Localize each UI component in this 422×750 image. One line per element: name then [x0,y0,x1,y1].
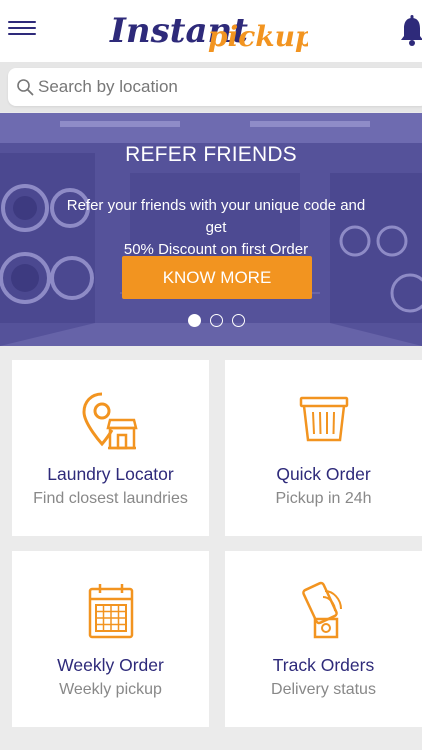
search-bar-container [0,62,422,112]
calendar-icon [12,581,209,643]
phone-tracking-icon [225,581,422,643]
card-title: Weekly Order [57,655,164,675]
app-header: Instant pickup [0,0,422,62]
card-title: Track Orders [272,655,375,675]
card-weekly-order[interactable]: Weekly Order Weekly pickup [12,551,209,727]
card-title: Quick Order [276,464,371,484]
card-subtitle: Weekly pickup [59,681,162,698]
logo-text-pickup: pickup [208,20,308,53]
card-subtitle: Find closest laundries [33,490,188,507]
basket-icon [225,390,422,452]
card-laundry-locator[interactable]: Laundry Locator Find closest laundries [12,360,209,536]
search-input[interactable] [38,68,408,106]
card-title: Laundry Locator [47,464,174,484]
search-box [8,68,422,106]
banner-title: REFER FRIENDS [125,143,297,166]
carousel-indicator [186,314,246,328]
bell-icon[interactable] [400,14,422,48]
app-logo: Instant pickup [108,2,315,60]
hamburger-menu-icon[interactable] [8,17,36,41]
card-quick-order[interactable]: Quick Order Pickup in 24h [225,360,422,536]
banner-description: Refer your friends with your unique code… [56,195,376,261]
card-track-orders[interactable]: Track Orders Delivery status [225,551,422,727]
know-more-button[interactable]: KNOW MORE [122,256,312,299]
location-store-icon [12,390,209,452]
carousel-dot-1[interactable] [188,314,201,327]
carousel-dot-3[interactable] [232,314,245,327]
card-subtitle: Delivery status [271,681,376,698]
search-icon [17,79,34,96]
carousel-dot-2[interactable] [210,314,223,327]
refer-friends-banner: REFER FRIENDS Refer your friends with yo… [0,113,422,346]
banner-text-line1: Refer your friends with your unique code… [66,197,366,236]
card-subtitle: Pickup in 24h [275,490,372,507]
